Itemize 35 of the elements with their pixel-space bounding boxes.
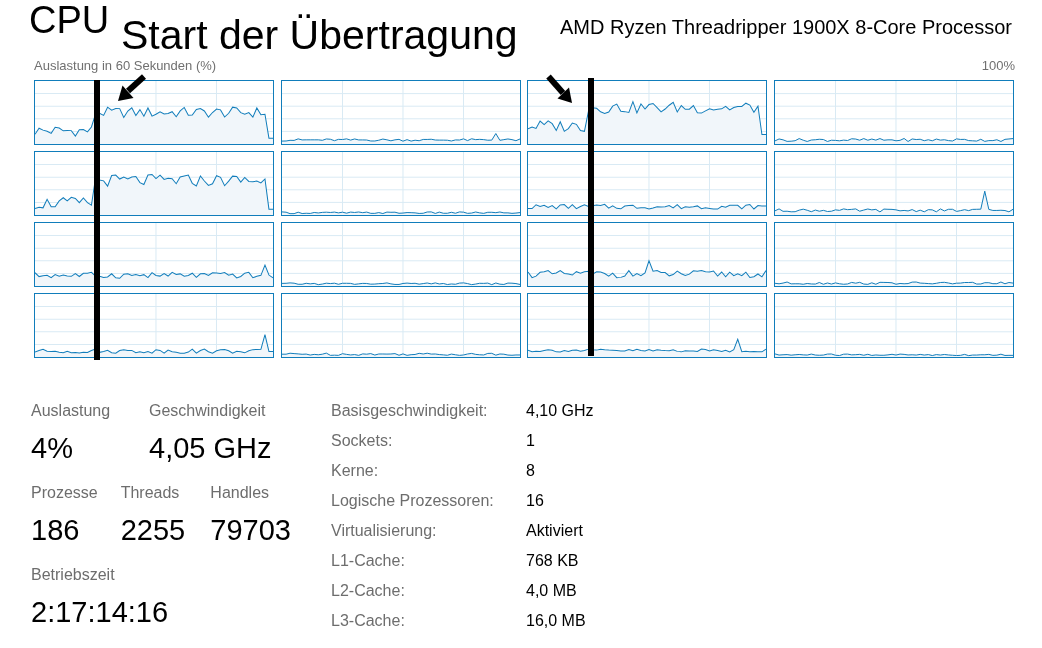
stat-label: Geschwindigkeit [149,401,266,421]
stat-value: 2255 [120,513,186,548]
detail-label: L3-Cache: [331,611,405,631]
processor-name: AMD Ryzen Threadripper 1900X 8-Core Processor [559,15,1012,39]
detail-label: Virtualisierung: [331,521,437,541]
graph-caption: Auslastung in 60 Sekunden (%) [34,58,217,74]
stat-value: 4,05 GHz [149,431,272,466]
stat-label: Handles [210,483,270,503]
arrow-icon [118,74,147,101]
detail-value: 16 [526,491,544,511]
detail-label: Logische Prozessoren: [331,491,494,511]
detail-value: 1 [526,431,535,451]
detail-label: Sockets: [331,431,393,451]
detail-label: L1-Cache: [331,551,405,571]
detail-value: 768 KB [526,551,579,571]
detail-label: Kerne: [331,461,379,481]
stat-label: Auslastung [31,401,111,421]
stat-value: 2:17:14:16 [31,595,169,630]
annotation-text: Start der Übertragung [121,13,518,57]
detail-value: 8 [526,461,535,481]
arrow-icon [546,74,572,103]
stat-value: 79703 [210,513,291,548]
stat-value: 4% [31,431,73,466]
detail-value: 4,0 MB [526,581,577,601]
detail-value: Aktiviert [526,521,583,541]
graph-max-label: 100% [981,58,1015,74]
stat-label: Threads [120,483,180,503]
detail-value: 16,0 MB [526,611,586,631]
page-title: CPU [29,0,110,40]
detail-value: 4,10 GHz [526,401,594,421]
stat-value: 186 [31,513,80,548]
detail-label: L2-Cache: [331,581,405,601]
stat-label: Betriebszeit [31,565,115,585]
stat-label: Prozesse [31,483,98,503]
detail-label: Basisgeschwindigkeit: [331,401,488,421]
